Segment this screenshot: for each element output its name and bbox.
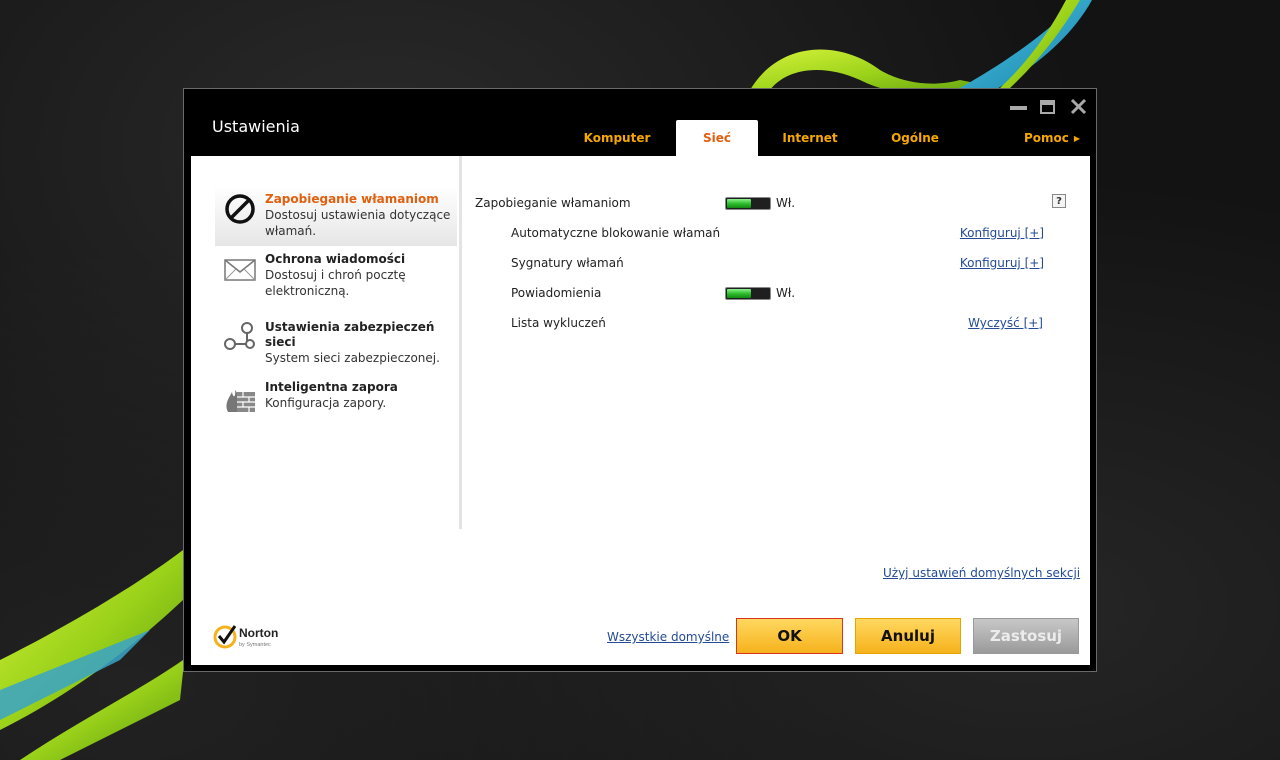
chevron-right-icon: ▶	[1073, 133, 1081, 143]
cancel-button[interactable]: Anuluj	[855, 618, 961, 654]
setting-row-notifications: Powiadomienia Wł.	[475, 284, 1065, 304]
network-icon	[224, 322, 255, 350]
ok-button[interactable]: OK	[736, 618, 843, 654]
settings-window: Ustawienia Komputer Sieć Internet Ogólne…	[183, 88, 1097, 672]
sidebar-item-desc: Konfiguracja zapory.	[265, 396, 387, 410]
sidebar-item-desc: System sieci zabezpieczonej.	[265, 351, 440, 365]
sidebar-item-smart-firewall[interactable]: Inteligentna zapora Konfiguracja zapory.	[215, 374, 457, 420]
tab-ogolne[interactable]: Ogólne	[877, 120, 953, 156]
firewall-icon	[226, 390, 255, 412]
tab-label: Pomoc	[1023, 131, 1069, 145]
tab-bar: Komputer Sieć Internet Ogólne Pomoc ▶	[184, 120, 1096, 156]
setting-label: Zapobieganie włamaniom	[475, 196, 631, 210]
norton-logo: Norton by Symantec	[213, 625, 278, 649]
configure-auto-block-link[interactable]: Konfiguruj [+]	[960, 226, 1044, 240]
content-panel: Zapobieganie włamaniom Dostosuj ustawien…	[191, 156, 1090, 665]
intrusion-prevention-toggle[interactable]	[725, 197, 771, 210]
sidebar-item-title: Zapobieganie włamaniom	[265, 192, 439, 206]
tab-siec[interactable]: Sieć	[676, 120, 758, 156]
toggle-state-text: Wł.	[776, 286, 796, 300]
tab-label: Komputer	[583, 131, 651, 145]
logo-sub: by Symantec	[239, 642, 271, 648]
tab-pomoc[interactable]: Pomoc ▶	[1020, 120, 1084, 156]
minimize-button[interactable]	[1008, 97, 1030, 117]
close-button[interactable]	[1068, 97, 1090, 117]
no-entry-icon	[225, 194, 255, 224]
tab-komputer[interactable]: Komputer	[576, 120, 658, 156]
sidebar-item-desc: Dostosuj i chroń pocztę	[265, 268, 406, 282]
clear-exclusions-link[interactable]: Wyczyść [+]	[968, 316, 1043, 330]
sidebar-item-desc: Dostosuj ustawienia dotyczące	[265, 208, 451, 222]
setting-label: Powiadomienia	[511, 286, 602, 300]
setting-row-signatures: Sygnatury włamań Konfiguruj [+]	[475, 254, 1065, 274]
sidebar-item-email-protection[interactable]: Ochrona wiadomości Dostosuj i chroń pocz…	[215, 246, 457, 306]
setting-label: Sygnatury włamań	[511, 256, 624, 270]
sidebar-item-desc: włamań.	[265, 224, 317, 238]
maximize-icon	[1040, 100, 1055, 114]
setting-label: Lista wykluczeń	[511, 316, 606, 330]
setting-row-auto-block: Automatyczne blokowanie włamań Konfiguru…	[475, 224, 1065, 244]
envelope-icon	[224, 259, 256, 281]
apply-button[interactable]: Zastosuj	[973, 618, 1079, 654]
sidebar-item-network-security[interactable]: Ustawienia zabezpieczeń sieci System sie…	[215, 314, 457, 365]
sidebar-item-intrusion-prevention[interactable]: Zapobieganie włamaniom Dostosuj ustawien…	[215, 186, 457, 246]
tab-label: Ogólne	[891, 131, 939, 145]
notifications-toggle[interactable]	[725, 287, 771, 300]
sidebar-item-title: Ochrona wiadomości	[265, 252, 406, 266]
close-icon	[1070, 98, 1087, 115]
toggle-state-text: Wł.	[776, 196, 796, 210]
tab-label: Internet	[782, 131, 838, 145]
help-button[interactable]: ?	[1052, 194, 1066, 208]
sidebar-item-title: Inteligentna zapora	[265, 380, 398, 394]
setting-row-exclusions: Lista wykluczeń Wyczyść [+]	[475, 314, 1065, 334]
setting-row-intrusion-prevention: Zapobieganie włamaniom Wł. ?	[475, 194, 1066, 214]
sidebar: Zapobieganie włamaniom Dostosuj ustawien…	[191, 156, 462, 529]
tab-label: Sieć	[702, 131, 731, 145]
configure-signatures-link[interactable]: Konfiguruj [+]	[960, 256, 1044, 270]
logo-brand: Norton	[239, 626, 278, 640]
setting-label: Automatyczne blokowanie włamań	[511, 226, 721, 240]
sidebar-item-title: Ustawienia zabezpieczeń sieci	[265, 320, 435, 349]
toggle-fill	[727, 199, 751, 208]
toggle-fill	[727, 289, 751, 298]
sidebar-item-desc: elektroniczną.	[265, 284, 350, 298]
maximize-button[interactable]	[1038, 97, 1060, 117]
section-defaults-link[interactable]: Użyj ustawień domyślnych sekcji	[883, 566, 1080, 580]
minimize-icon	[1010, 106, 1027, 110]
all-defaults-link[interactable]: Wszystkie domyślne	[607, 630, 729, 644]
tab-internet[interactable]: Internet	[774, 120, 846, 156]
